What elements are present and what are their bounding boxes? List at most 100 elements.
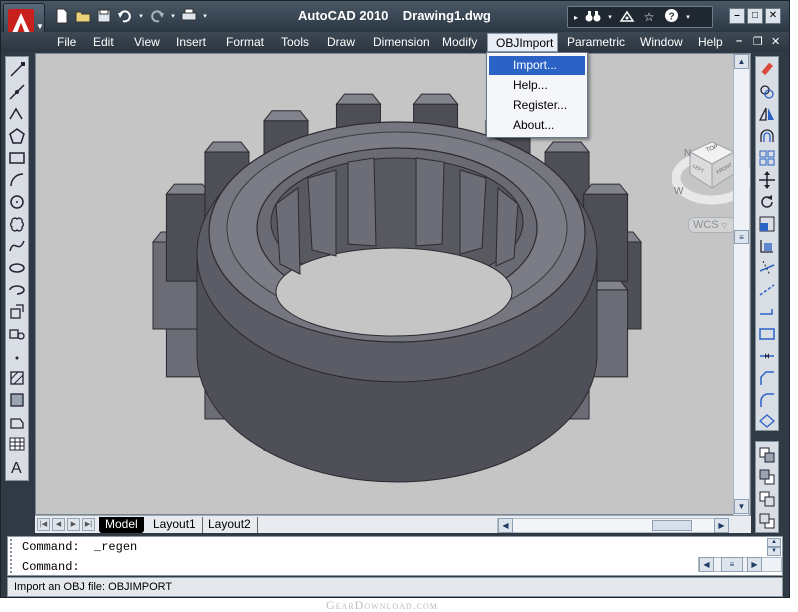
- rectangle-icon[interactable]: [8, 149, 26, 167]
- open-icon[interactable]: [74, 8, 92, 26]
- compass-north-label[interactable]: N: [684, 148, 691, 159]
- circle-icon[interactable]: [8, 193, 26, 211]
- bring-above-icon[interactable]: [758, 490, 776, 508]
- maximize-button[interactable]: □: [747, 8, 763, 24]
- copy-icon[interactable]: [758, 83, 776, 101]
- break-icon[interactable]: [758, 325, 776, 343]
- minimize-button[interactable]: –: [729, 8, 745, 24]
- compass-west-label[interactable]: W: [674, 186, 683, 197]
- ellipse-icon[interactable]: [8, 259, 26, 277]
- menu-item-import[interactable]: Import...: [489, 56, 585, 75]
- construction-line-icon[interactable]: [8, 83, 26, 101]
- send-to-back-icon[interactable]: [758, 468, 776, 486]
- ucs-menu-button[interactable]: WCS ▽: [688, 217, 736, 233]
- hatch-icon[interactable]: [8, 369, 26, 387]
- trim-icon[interactable]: [758, 259, 776, 277]
- command-scroll-down-button[interactable]: ▼: [767, 547, 781, 556]
- bring-to-front-icon[interactable]: [758, 446, 776, 464]
- offset-icon[interactable]: [758, 127, 776, 145]
- tab-model[interactable]: Model: [99, 517, 144, 533]
- tab-layout2[interactable]: Layout2: [202, 517, 258, 533]
- next-layout-button[interactable]: ▶: [67, 518, 80, 531]
- chamfer-icon[interactable]: [758, 369, 776, 387]
- save-icon[interactable]: [95, 8, 113, 26]
- command-scroll-thumb[interactable]: ≡: [721, 557, 743, 572]
- scroll-down-button[interactable]: ▼: [734, 499, 749, 514]
- rotate-icon[interactable]: [758, 193, 776, 211]
- menu-tools[interactable]: Tools: [281, 35, 309, 49]
- help-icon[interactable]: ?: [662, 8, 680, 26]
- command-scroll-up-button[interactable]: ▲: [767, 538, 781, 547]
- binoculars-icon[interactable]: [584, 9, 602, 26]
- stretch-icon[interactable]: [758, 237, 776, 255]
- chevron-down-icon[interactable]: ▾: [169, 8, 177, 26]
- table-icon[interactable]: [8, 435, 26, 453]
- mdi-restore-button[interactable]: ❐: [753, 35, 763, 48]
- point-icon[interactable]: [8, 347, 26, 365]
- last-layout-button[interactable]: ▶|: [82, 518, 95, 531]
- gradient-icon[interactable]: [8, 391, 26, 409]
- menu-draw[interactable]: Draw: [327, 35, 355, 49]
- horizontal-scroll-thumb[interactable]: [652, 520, 692, 531]
- join-icon[interactable]: [758, 347, 776, 365]
- spline-icon[interactable]: [8, 237, 26, 255]
- tab-layout1[interactable]: Layout1: [147, 517, 203, 533]
- ellipse-arc-icon[interactable]: [8, 281, 26, 299]
- menu-item-help[interactable]: Help...: [489, 76, 585, 95]
- insert-block-icon[interactable]: [8, 303, 26, 321]
- vertical-scroll-thumb[interactable]: ≡: [734, 230, 749, 244]
- send-under-icon[interactable]: [758, 512, 776, 530]
- array-icon[interactable]: [758, 149, 776, 167]
- undo-icon[interactable]: [116, 8, 134, 26]
- move-icon[interactable]: [758, 171, 776, 189]
- line-tool-icon[interactable]: [8, 61, 26, 79]
- communication-icon[interactable]: [618, 9, 636, 26]
- command-window-grip[interactable]: [10, 539, 16, 573]
- menu-objimport[interactable]: OBJImport: [487, 33, 558, 52]
- command-scroll-right-button[interactable]: ▶: [747, 557, 762, 572]
- chevron-right-icon[interactable]: ▸: [572, 13, 580, 22]
- region-icon[interactable]: [8, 413, 26, 431]
- erase-icon[interactable]: [758, 61, 776, 79]
- polygon-icon[interactable]: [8, 127, 26, 145]
- chevron-down-icon[interactable]: ▾: [201, 8, 209, 26]
- menu-insert[interactable]: Insert: [176, 35, 206, 49]
- menu-modify[interactable]: Modify: [442, 35, 477, 49]
- mdi-minimize-button[interactable]: –: [736, 35, 742, 47]
- command-prompt[interactable]: Command:: [22, 560, 80, 574]
- redo-icon[interactable]: [148, 8, 166, 26]
- mdi-close-button[interactable]: ✕: [771, 35, 780, 48]
- first-layout-button[interactable]: |◀: [37, 518, 50, 531]
- menu-window[interactable]: Window: [640, 35, 683, 49]
- new-icon[interactable]: [53, 8, 71, 26]
- menu-format[interactable]: Format: [226, 35, 264, 49]
- multiline-text-icon[interactable]: A: [8, 457, 26, 477]
- extend-icon[interactable]: [758, 281, 776, 299]
- arc-icon[interactable]: [8, 171, 26, 189]
- menu-file[interactable]: File: [57, 35, 76, 49]
- vertical-scrollbar[interactable]: ▲ ≡ ▼: [733, 54, 749, 515]
- fillet-icon[interactable]: [758, 391, 776, 409]
- scroll-right-button[interactable]: ▶: [714, 518, 729, 533]
- menu-edit[interactable]: Edit: [93, 35, 114, 49]
- drawing-viewport[interactable]: TOP LEFT FRONT N W S WCS ▽: [35, 53, 751, 515]
- chevron-down-icon[interactable]: ▾: [606, 13, 614, 21]
- menu-view[interactable]: View: [134, 35, 160, 49]
- star-icon[interactable]: ☆: [640, 10, 658, 24]
- make-block-icon[interactable]: [8, 325, 26, 343]
- scroll-up-button[interactable]: ▲: [734, 54, 749, 69]
- menu-item-about[interactable]: About...: [489, 116, 585, 135]
- menu-parametric[interactable]: Parametric: [567, 35, 625, 49]
- explode-icon[interactable]: [758, 411, 776, 429]
- plot-icon[interactable]: [180, 8, 198, 26]
- previous-layout-button[interactable]: ◀: [52, 518, 65, 531]
- chevron-down-icon[interactable]: ▾: [137, 8, 145, 26]
- scale-icon[interactable]: [758, 215, 776, 233]
- scroll-left-button[interactable]: ◀: [498, 518, 513, 533]
- menu-item-register[interactable]: Register...: [489, 96, 585, 115]
- horizontal-scrollbar[interactable]: ◀ ▶: [497, 518, 729, 533]
- command-scroll-left-button[interactable]: ◀: [699, 557, 714, 572]
- mirror-icon[interactable]: [758, 105, 776, 123]
- command-horizontal-scrollbar[interactable]: ◀ ≡ ▶: [698, 557, 782, 572]
- chevron-down-icon[interactable]: ▾: [684, 13, 692, 21]
